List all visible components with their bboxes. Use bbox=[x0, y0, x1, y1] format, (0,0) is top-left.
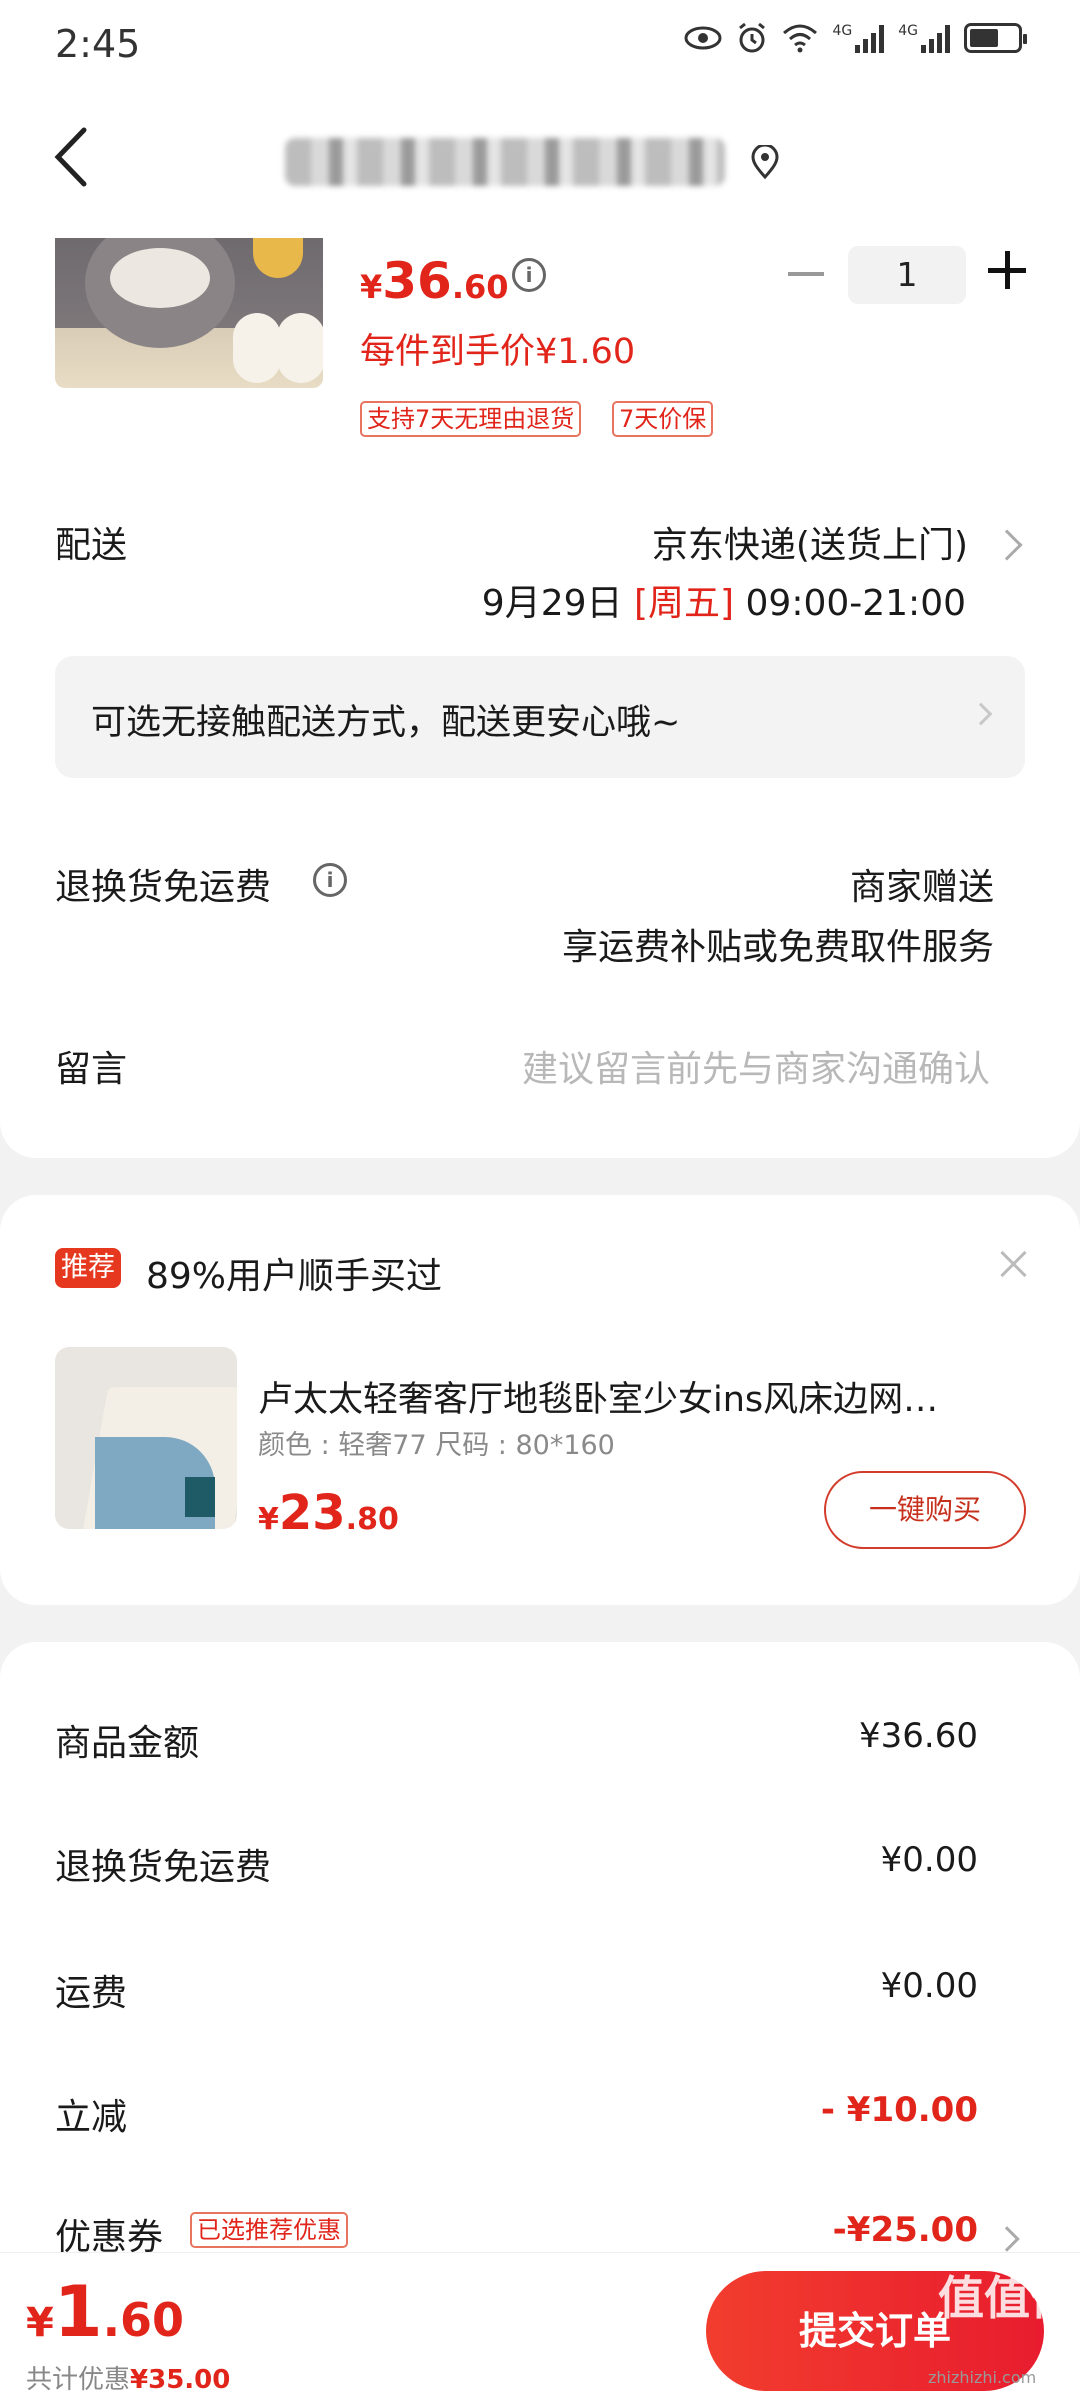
delivery-label: 配送 bbox=[55, 525, 128, 566]
watermark: 值值值 bbox=[938, 2271, 1076, 2325]
summary-label: 运费 bbox=[55, 1973, 128, 2014]
summary-value: ¥36.60 bbox=[859, 1716, 978, 1756]
status-time: 2:45 bbox=[55, 22, 141, 66]
discount-value: - ¥10.00 bbox=[820, 2090, 978, 2130]
status-bar: 2:45 4G 4G bbox=[0, 0, 1080, 88]
recommend-text: 89%用户顺手买过 bbox=[146, 1256, 443, 1297]
quantity-decrease-button[interactable] bbox=[788, 272, 824, 276]
return-shipping-detail: 享运费补贴或免费取件服务 bbox=[561, 927, 994, 968]
coupon-tag: 已选推荐优惠 bbox=[190, 2212, 348, 2248]
wifi-icon bbox=[783, 24, 818, 53]
price-protect-tag: 7天价保 bbox=[612, 401, 714, 437]
close-icon[interactable] bbox=[1000, 1250, 1028, 1278]
contactless-delivery-notice[interactable]: 可选无接触配送方式，配送更安心哦~ bbox=[55, 656, 1025, 778]
battery-icon bbox=[964, 23, 1027, 53]
delivery-time[interactable]: 9月29日 [周五] 09:00-21:00 bbox=[482, 574, 966, 626]
signal-icon: 4G bbox=[832, 23, 885, 53]
return-shipping-value: 商家赠送 bbox=[849, 867, 994, 908]
alarm-icon bbox=[739, 22, 766, 53]
quantity-input[interactable]: 1 bbox=[848, 246, 966, 304]
return-shipping-label: 退换货免运费 bbox=[55, 867, 272, 908]
price-summary-card: 商品金额 ¥36.60 退换货免运费 ¥0.00 运费 ¥0.00 立减 - ¥… bbox=[0, 1642, 1080, 2262]
summary-value: ¥0.00 bbox=[880, 1840, 978, 1880]
recommend-badge: 推荐 bbox=[55, 1248, 121, 1288]
status-icons: 4G 4G bbox=[684, 22, 1027, 54]
recommend-product-image[interactable] bbox=[55, 1347, 237, 1529]
summary-label: 商品金额 bbox=[55, 1723, 200, 1764]
address-title-blurred[interactable] bbox=[285, 138, 725, 186]
coupon-value[interactable]: -¥25.00 bbox=[833, 2210, 978, 2250]
recommend-product-spec: 颜色 : 轻奢77 尺码 : 80*160 bbox=[258, 1430, 615, 1461]
location-icon[interactable] bbox=[750, 145, 780, 179]
summary-label: 立减 bbox=[55, 2097, 128, 2138]
recommend-product-price: ¥23.80 bbox=[258, 1485, 399, 1541]
chevron-right-icon bbox=[969, 702, 993, 726]
delivery-method[interactable]: 京东快递(送货上门) bbox=[652, 516, 968, 568]
chevron-right-icon[interactable] bbox=[991, 529, 1023, 561]
total-price: ¥1.60 bbox=[26, 2271, 185, 2353]
quantity-increase-button[interactable] bbox=[988, 251, 1026, 289]
signal-icon: 4G bbox=[898, 23, 950, 53]
unit-price: 每件到手价¥1.60 bbox=[360, 332, 636, 372]
product-price: ¥36.60 bbox=[360, 252, 509, 310]
one-click-buy-button[interactable]: 一键购买 bbox=[824, 1471, 1026, 1549]
message-label: 留言 bbox=[55, 1049, 128, 1090]
recommendation-card: 推荐 89%用户顺手买过 卢太太轻奢客厅地毯卧室少女ins风床边网… 颜色 : … bbox=[0, 1195, 1080, 1605]
return-policy-tag: 支持7天无理由退货 bbox=[360, 401, 582, 437]
total-savings: 共计优惠¥35.00 bbox=[26, 2365, 231, 2395]
return-shipping-info-icon[interactable]: i bbox=[313, 863, 347, 897]
watermark-url: zhizhizhi.com bbox=[928, 2368, 1037, 2387]
product-image[interactable] bbox=[55, 238, 323, 388]
message-input[interactable]: 建议留言前先与商家沟通确认 bbox=[522, 1040, 990, 1092]
summary-label: 退换货免运费 bbox=[55, 1847, 272, 1888]
back-button[interactable] bbox=[50, 126, 110, 196]
price-info-icon[interactable]: i bbox=[512, 258, 546, 292]
chevron-left-icon bbox=[54, 127, 87, 187]
eye-icon bbox=[684, 26, 722, 50]
bottom-bar: ¥1.60 共计优惠¥35.00 提交订单 bbox=[0, 2252, 1080, 2400]
order-card: ¥36.60 i 每件到手价¥1.60 支持7天无理由退货 7天价保 1 配送 … bbox=[0, 238, 1080, 1158]
recommend-product-title[interactable]: 卢太太轻奢客厅地毯卧室少女ins风床边网… bbox=[258, 1371, 1018, 1422]
chevron-right-icon[interactable] bbox=[994, 2226, 1020, 2252]
header bbox=[0, 88, 1080, 238]
summary-value: ¥0.00 bbox=[880, 1966, 978, 2006]
